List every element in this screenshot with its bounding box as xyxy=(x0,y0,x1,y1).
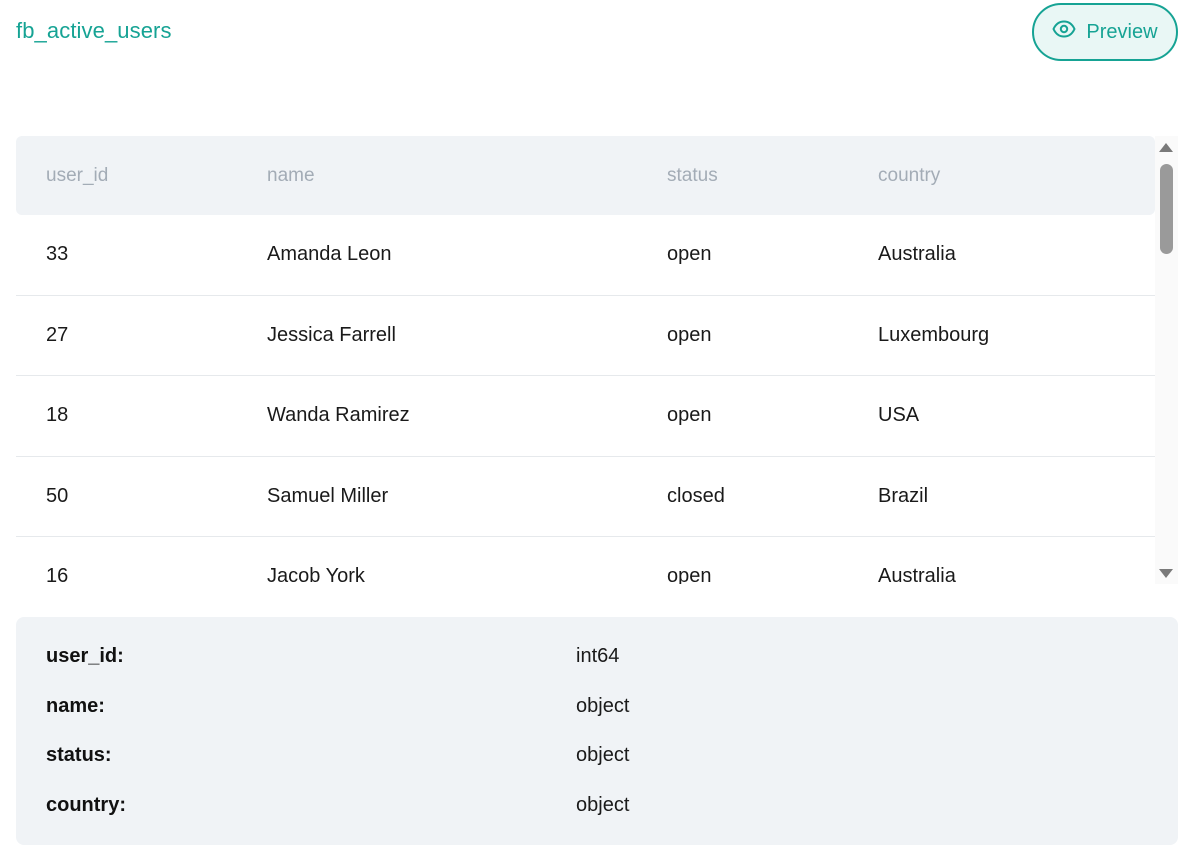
data-table: user_id name status country 33 Amanda Le… xyxy=(16,136,1155,584)
table-row: 33 Amanda Leon open Australia xyxy=(16,215,1155,296)
column-header[interactable]: status xyxy=(637,165,848,187)
table-row: 50 Samuel Miller closed Brazil xyxy=(16,457,1155,537)
scrollbar-thumb[interactable] xyxy=(1160,164,1173,254)
schema-row: country: object xyxy=(16,794,1178,844)
scroll-down-arrow-icon[interactable] xyxy=(1159,569,1173,578)
cell-user-id: 50 xyxy=(46,484,69,507)
schema-type: object xyxy=(576,744,630,766)
eye-icon xyxy=(1052,17,1076,47)
cell-status: open xyxy=(667,565,712,584)
schema-key: user_id: xyxy=(46,645,124,667)
cell-country: Brazil xyxy=(878,484,929,507)
cell-status: open xyxy=(667,243,712,266)
cell-name: Amanda Leon xyxy=(267,243,392,266)
cell-country: Australia xyxy=(878,565,956,584)
preview-label: Preview xyxy=(1086,20,1158,43)
schema-type: int64 xyxy=(576,645,620,667)
cell-status: open xyxy=(667,404,712,427)
cell-status: open xyxy=(667,323,712,346)
table-header: user_id name status country xyxy=(16,136,1155,215)
column-header[interactable]: country xyxy=(848,165,1155,187)
table-row: 18 Wanda Ramirez open USA xyxy=(16,376,1155,457)
cell-country: Australia xyxy=(878,243,956,266)
cell-status: closed xyxy=(667,484,725,507)
schema-type: object xyxy=(576,694,630,717)
column-header[interactable]: user_id xyxy=(16,165,237,187)
cell-name: Wanda Ramirez xyxy=(267,404,410,427)
schema-key: name: xyxy=(46,694,105,717)
cell-name: Samuel Miller xyxy=(267,484,389,507)
cell-user-id: 27 xyxy=(46,323,69,346)
table-title: fb_active_users xyxy=(16,18,172,43)
table-row: 16 Jacob York open Australia xyxy=(16,537,1155,584)
table-row: 27 Jessica Farrell open Luxembourg xyxy=(16,296,1155,376)
schema-key: status: xyxy=(46,744,112,766)
cell-name: Jessica Farrell xyxy=(267,323,396,346)
table-scrollbar[interactable] xyxy=(1155,136,1178,584)
cell-user-id: 33 xyxy=(46,243,69,266)
column-header[interactable]: name xyxy=(237,165,637,187)
cell-country: Luxembourg xyxy=(878,323,990,346)
schema-row: user_id: int64 xyxy=(16,645,1178,695)
preview-button[interactable]: Preview xyxy=(1032,3,1178,61)
cell-user-id: 18 xyxy=(46,404,69,427)
top-bar: fb_active_users Preview xyxy=(16,0,1178,64)
cell-name: Jacob York xyxy=(267,565,365,584)
scroll-up-arrow-icon[interactable] xyxy=(1159,143,1173,152)
schema-type: object xyxy=(576,793,630,816)
schema-row: name: object xyxy=(16,695,1178,745)
schema-panel: user_id: int64 name: object status: obje… xyxy=(16,617,1178,845)
cell-country: USA xyxy=(878,404,920,427)
schema-row: status: object xyxy=(16,744,1178,794)
cell-user-id: 16 xyxy=(46,565,69,584)
schema-key: country: xyxy=(46,793,126,816)
